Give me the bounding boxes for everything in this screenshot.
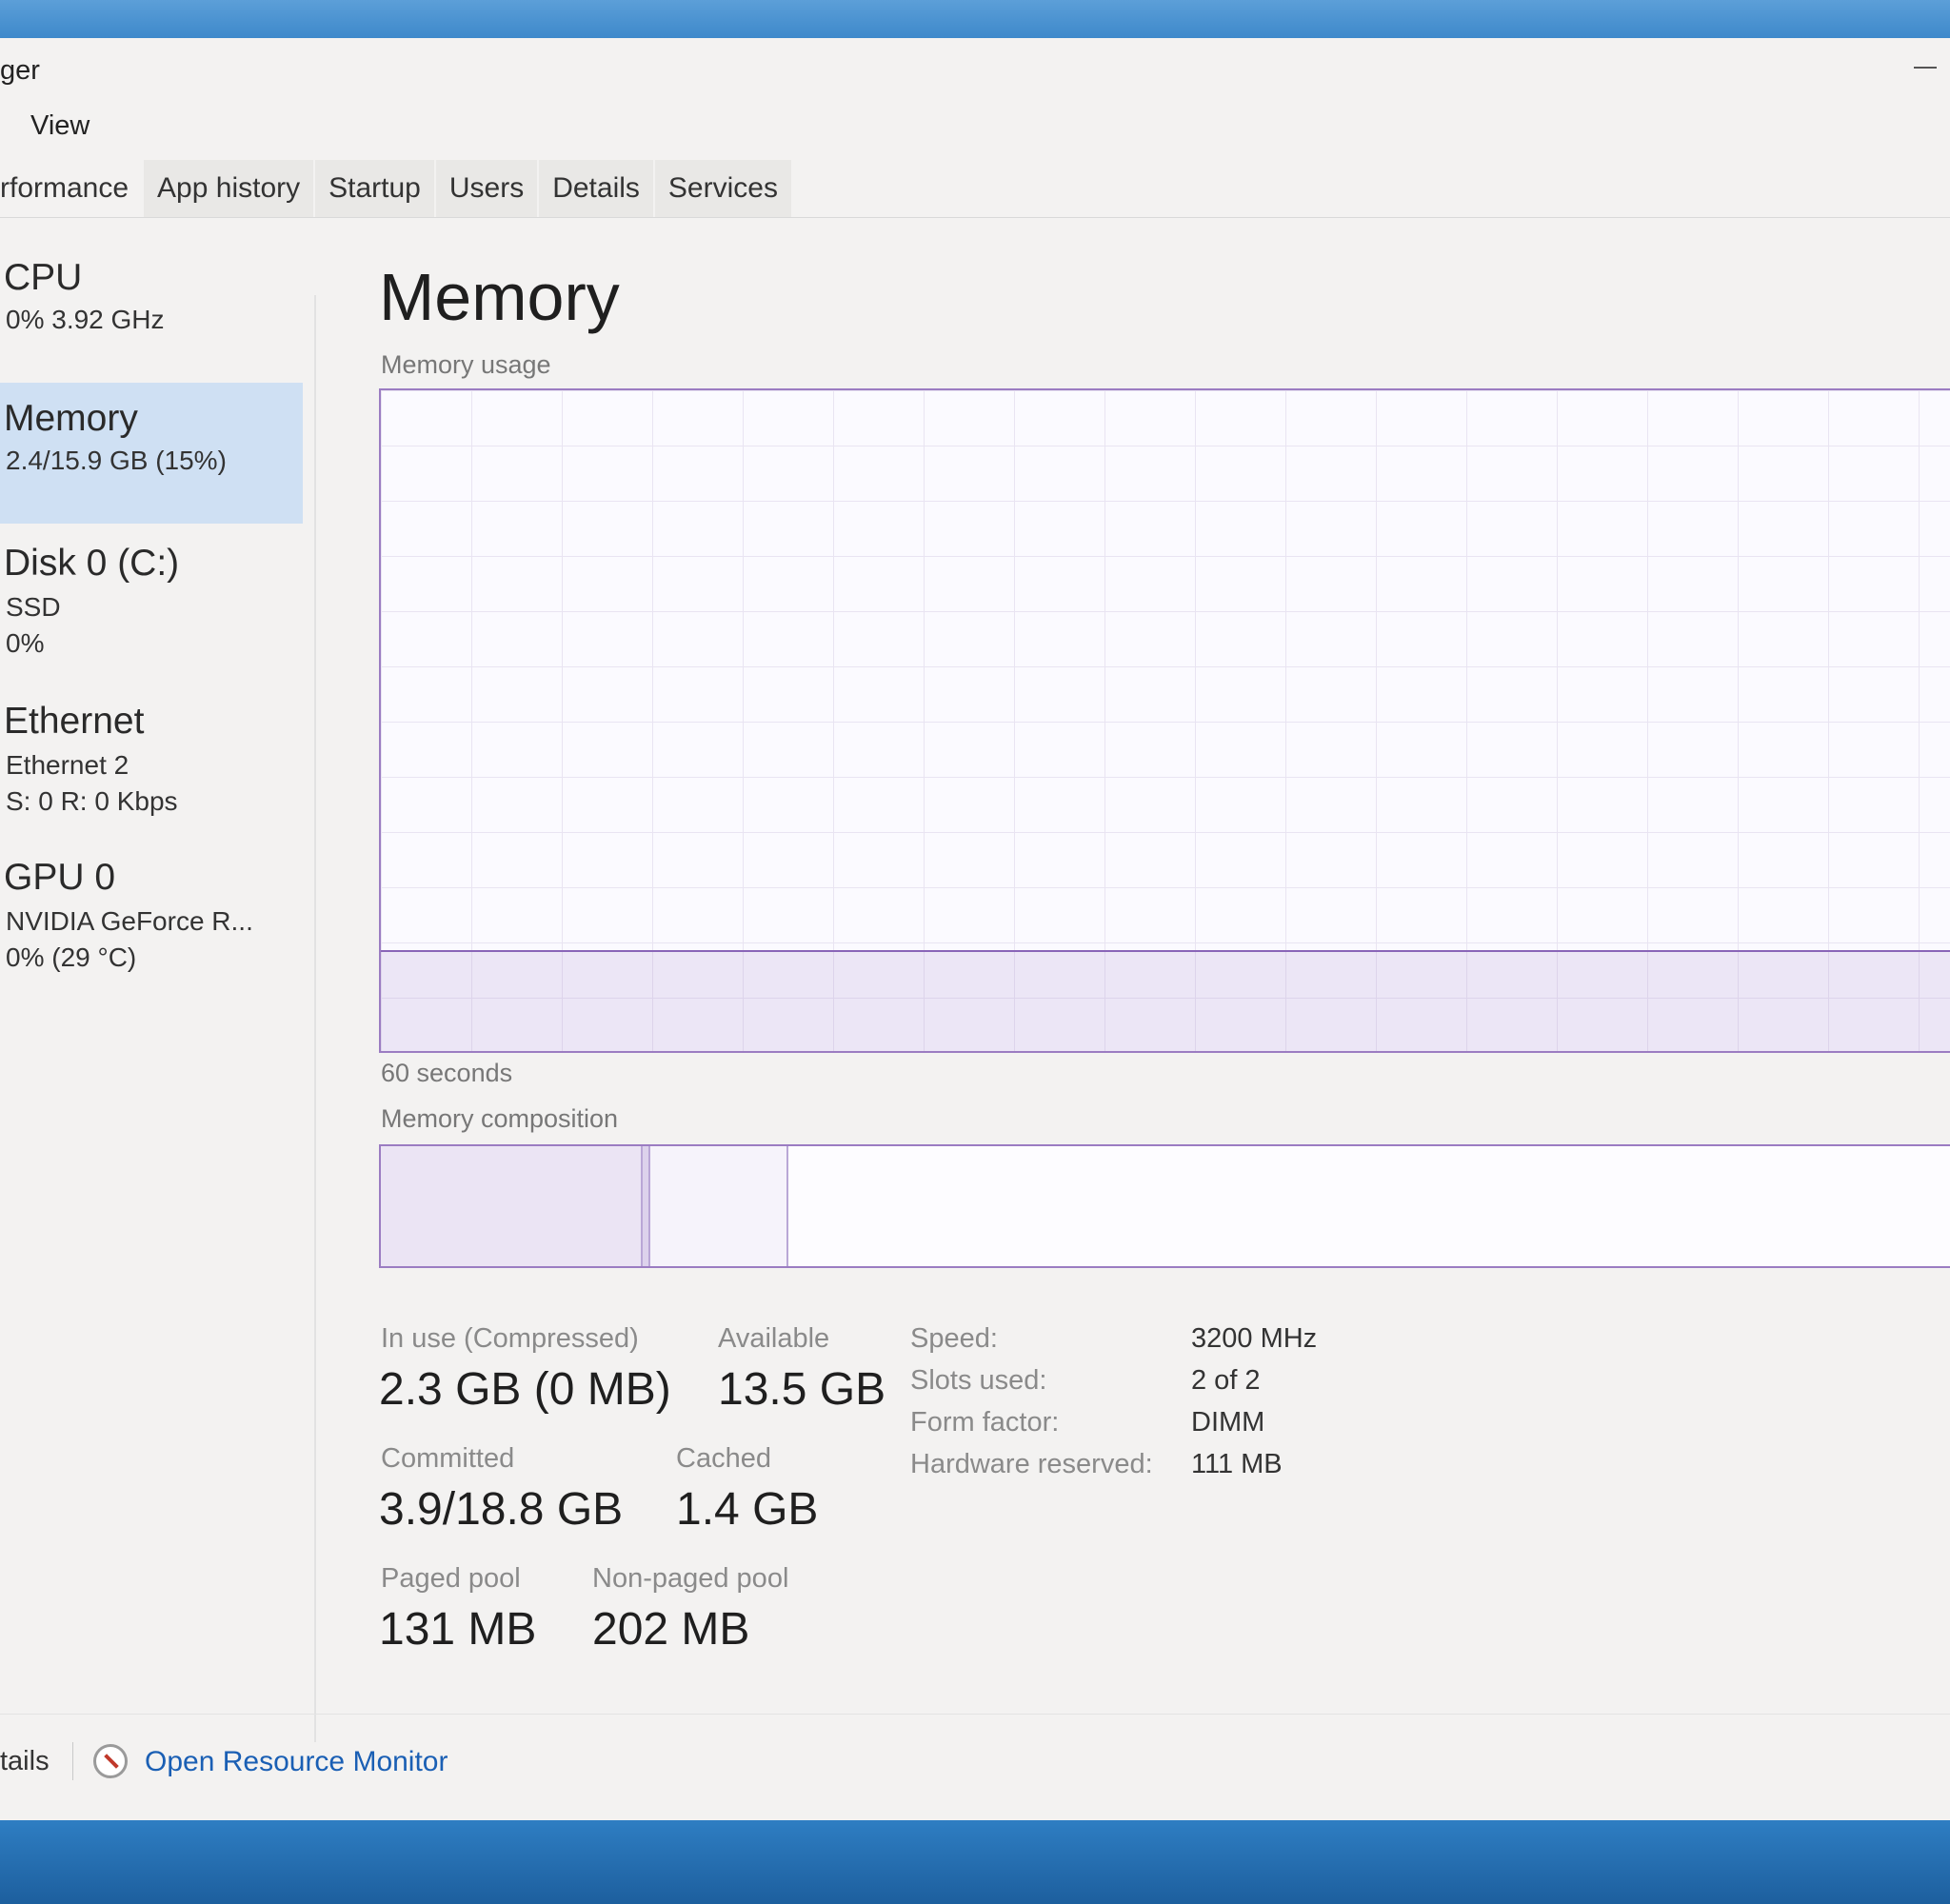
sidebar-item-detail: 0% bbox=[6, 628, 45, 658]
sidebar-item-gpu[interactable]: GPU 0 NVIDIA GeForce R... 0% (29 °C) bbox=[0, 855, 303, 1007]
tab-services[interactable]: Services bbox=[654, 160, 791, 217]
task-manager-window: ger View rformance App history Startup U… bbox=[0, 38, 1950, 1820]
sidebar-item-title: Memory bbox=[4, 398, 138, 439]
tab-divider bbox=[0, 217, 1950, 218]
menu-bar: View bbox=[30, 110, 90, 142]
tab-app-history[interactable]: App history bbox=[144, 160, 314, 217]
usage-graph-time-label: 60 seconds bbox=[381, 1059, 513, 1087]
composition-free-segment[interactable] bbox=[788, 1146, 1950, 1266]
page-title: Memory bbox=[379, 260, 620, 334]
nonpaged-pool-label: Non-paged pool bbox=[592, 1563, 789, 1594]
sidebar-item-title: Disk 0 (C:) bbox=[4, 543, 180, 584]
speed-label: Speed: bbox=[910, 1323, 998, 1354]
form-factor-label: Form factor: bbox=[910, 1407, 1060, 1438]
sidebar-item-cpu[interactable]: CPU 0% 3.92 GHz bbox=[0, 249, 303, 366]
open-resource-monitor-link[interactable]: Open Resource Monitor bbox=[145, 1746, 448, 1778]
sidebar-item-ethernet[interactable]: Ethernet Ethernet 2 S: 0 R: 0 Kbps bbox=[0, 699, 303, 851]
sidebar-item-detail: 2.4/15.9 GB (15%) bbox=[6, 446, 227, 475]
slots-used-value: 2 of 2 bbox=[1191, 1365, 1261, 1396]
footer-divider bbox=[72, 1742, 73, 1780]
sidebar-item-title: CPU bbox=[4, 257, 83, 298]
tab-performance[interactable]: rformance bbox=[0, 160, 143, 217]
in-use-value: 2.3 GB (0 MB) bbox=[379, 1364, 671, 1415]
committed-value: 3.9/18.8 GB bbox=[379, 1484, 624, 1535]
available-value: 13.5 GB bbox=[718, 1364, 886, 1415]
speed-value: 3200 MHz bbox=[1191, 1323, 1318, 1354]
composition-standby-segment[interactable] bbox=[650, 1146, 788, 1266]
sidebar-item-title: Ethernet bbox=[4, 701, 145, 742]
tab-details[interactable]: Details bbox=[539, 160, 653, 217]
desktop-taskbar-edge bbox=[0, 1816, 1950, 1904]
cached-label: Cached bbox=[676, 1443, 771, 1474]
desktop-top-edge bbox=[0, 0, 1950, 43]
form-factor-value: DIMM bbox=[1191, 1407, 1265, 1438]
slots-used-label: Slots used: bbox=[910, 1365, 1047, 1396]
sidebar-item-title: GPU 0 bbox=[4, 857, 116, 898]
sidebar-item-detail: SSD bbox=[6, 592, 61, 622]
memory-usage-fill bbox=[381, 949, 1950, 1051]
memory-usage-graph bbox=[379, 388, 1950, 1053]
available-label: Available bbox=[718, 1323, 830, 1354]
sidebar-item-disk[interactable]: Disk 0 (C:) SSD 0% bbox=[0, 541, 303, 693]
memory-composition-bar bbox=[379, 1144, 1950, 1268]
hardware-reserved-label: Hardware reserved: bbox=[910, 1449, 1153, 1479]
tab-users[interactable]: Users bbox=[435, 160, 538, 217]
usage-graph-label: Memory usage bbox=[381, 350, 551, 379]
tab-strip: rformance App history Startup Users Deta… bbox=[0, 160, 793, 217]
paged-pool-value: 131 MB bbox=[379, 1604, 537, 1655]
sidebar-item-detail: 0% (29 °C) bbox=[6, 942, 137, 972]
tab-startup[interactable]: Startup bbox=[315, 160, 434, 217]
fewer-details-link[interactable]: tails bbox=[0, 1746, 50, 1777]
sidebar-item-detail: Ethernet 2 bbox=[6, 750, 129, 780]
cached-value: 1.4 GB bbox=[676, 1484, 819, 1535]
in-use-label: In use (Compressed) bbox=[381, 1323, 639, 1354]
sidebar-item-detail: S: 0 R: 0 Kbps bbox=[6, 786, 178, 816]
composition-modified-segment[interactable] bbox=[643, 1146, 650, 1266]
nonpaged-pool-value: 202 MB bbox=[592, 1604, 750, 1655]
footer-separator bbox=[0, 1714, 1950, 1715]
resource-monitor-icon[interactable] bbox=[93, 1744, 128, 1778]
composition-label: Memory composition bbox=[381, 1104, 619, 1133]
menu-view[interactable]: View bbox=[30, 110, 90, 141]
window-title: ger bbox=[0, 55, 40, 86]
sidebar-separator bbox=[314, 295, 316, 1742]
committed-label: Committed bbox=[381, 1443, 515, 1474]
minimize-icon[interactable] bbox=[1914, 67, 1937, 69]
sidebar-item-detail: 0% 3.92 GHz bbox=[6, 305, 165, 334]
composition-in-use-segment[interactable] bbox=[381, 1146, 643, 1266]
sidebar-item-detail: NVIDIA GeForce R... bbox=[6, 906, 253, 936]
sidebar-item-memory[interactable]: Memory 2.4/15.9 GB (15%) bbox=[0, 383, 303, 524]
hardware-reserved-value: 111 MB bbox=[1191, 1449, 1283, 1479]
paged-pool-label: Paged pool bbox=[381, 1563, 521, 1594]
